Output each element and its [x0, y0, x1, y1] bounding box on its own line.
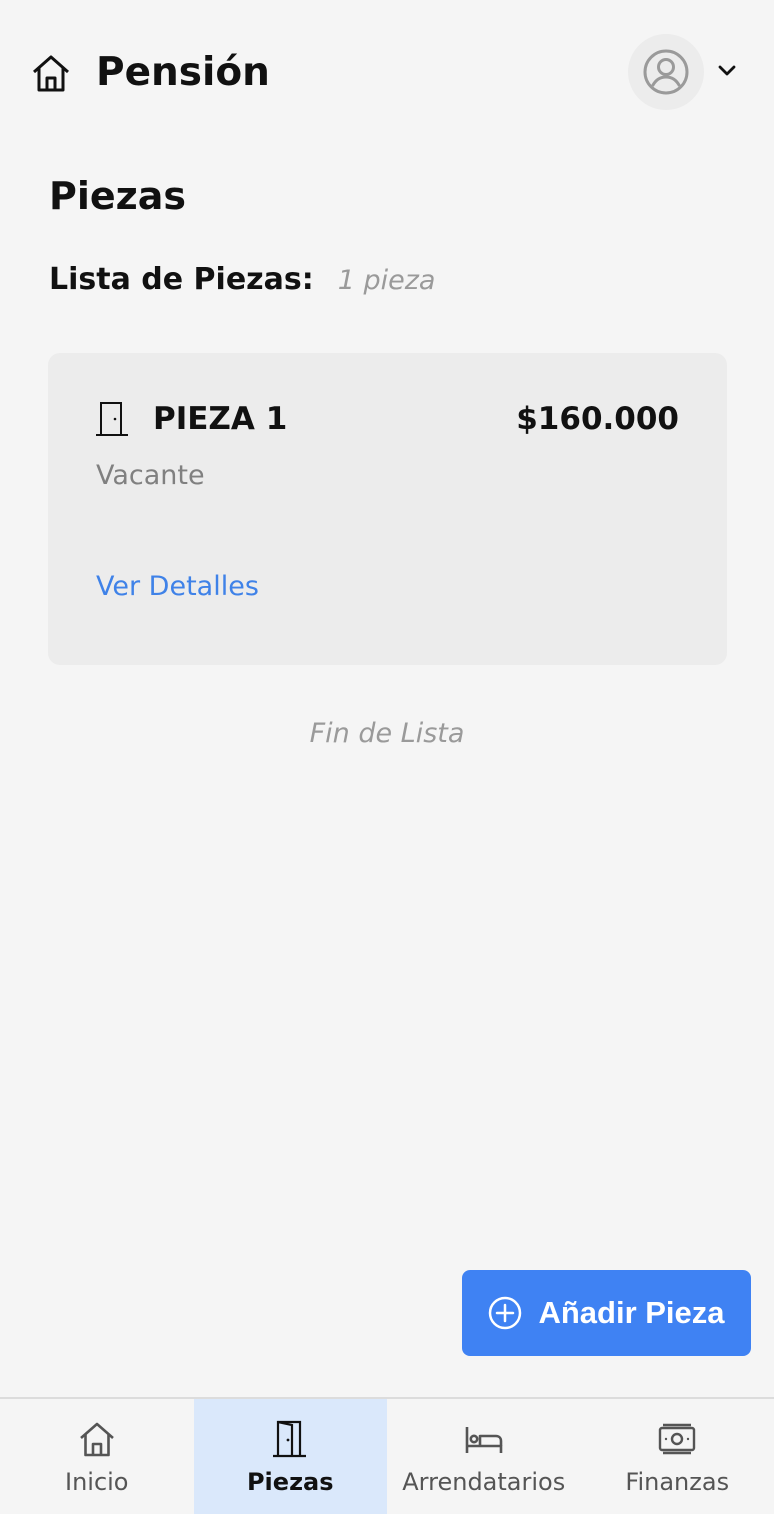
home-icon: [33, 55, 69, 92]
room-price: $160.000: [516, 401, 679, 437]
app-title: Pensión: [96, 50, 270, 95]
chevron-down-icon[interactable]: [716, 60, 738, 82]
view-details-link[interactable]: Ver Detalles: [96, 570, 259, 604]
app-screen: Pensión Piezas Lista de Piezas: 1 pieza …: [0, 0, 774, 1514]
end-of-list-text: Fin de Lista: [309, 718, 465, 749]
nav-label-arrendatarios: Arrendatarios: [402, 1468, 566, 1496]
room-status: Vacante: [96, 460, 205, 491]
home-icon: [79, 1422, 114, 1457]
nav-item-finanzas[interactable]: Finanzas: [581, 1399, 774, 1514]
nav-label-piezas: Piezas: [246, 1468, 334, 1496]
list-count: 1 pieza: [337, 265, 436, 296]
user-avatar-icon: [643, 49, 689, 95]
room-card[interactable]: PIEZA 1 $160.000 Vacante Ver Detalles: [48, 353, 727, 665]
money-icon: [659, 1423, 696, 1455]
bottom-nav: Inicio Piezas Arrendatarios Finanzas: [0, 1397, 774, 1514]
list-label: Lista de Piezas:: [49, 262, 314, 297]
door-icon: [273, 1420, 307, 1458]
brand[interactable]: Pensión: [30, 50, 270, 96]
plus-circle-icon: [489, 1296, 522, 1330]
avatar-button[interactable]: [628, 34, 704, 110]
door-icon: [96, 402, 128, 436]
nav-item-piezas[interactable]: Piezas: [193, 1399, 387, 1514]
nav-item-arrendatarios[interactable]: Arrendatarios: [387, 1399, 581, 1514]
room-name: PIEZA 1: [153, 401, 288, 437]
nav-label-finanzas: Finanzas: [625, 1468, 730, 1496]
add-room-label: Añadir Pieza: [538, 1295, 725, 1330]
app-header: Pensión: [0, 0, 774, 150]
bed-icon: [465, 1427, 503, 1453]
page-title: Piezas: [49, 174, 187, 218]
nav-label-inicio: Inicio: [64, 1468, 129, 1496]
add-room-button[interactable]: Añadir Pieza: [462, 1270, 751, 1356]
nav-item-inicio[interactable]: Inicio: [0, 1399, 194, 1514]
list-header: Lista de Piezas: 1 pieza: [49, 262, 435, 297]
